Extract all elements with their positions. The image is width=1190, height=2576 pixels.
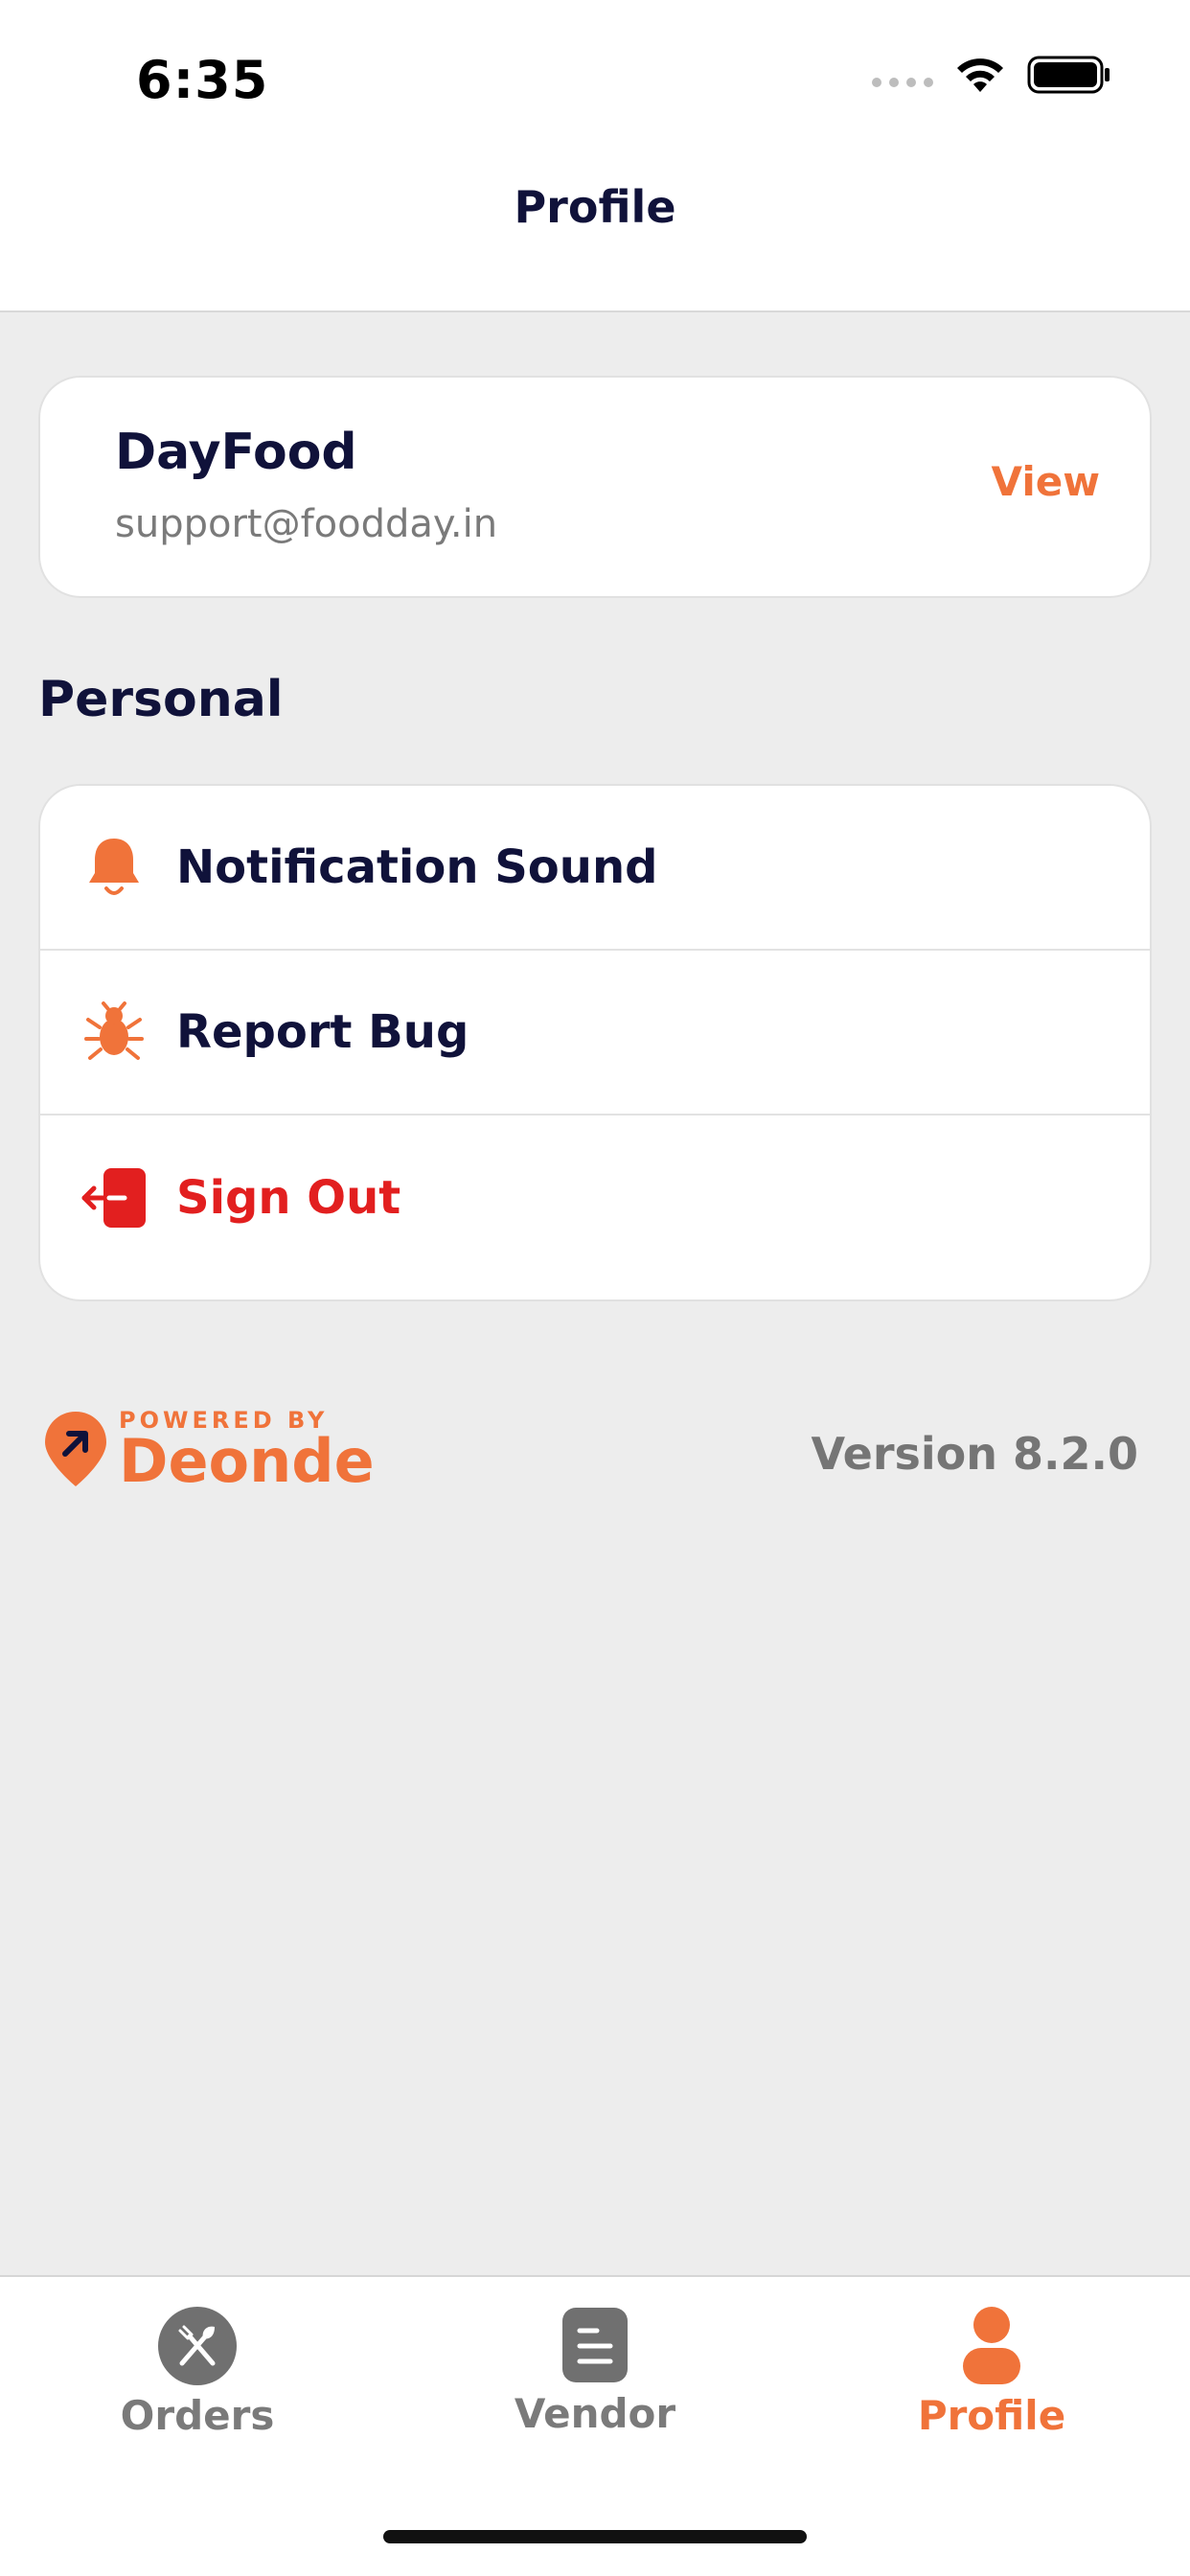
settings-item-sign-out[interactable]: Sign Out [40, 1116, 1150, 1280]
app-version: Version 8.2.0 [811, 1428, 1138, 1480]
settings-item-notification-sound[interactable]: Notification Sound [40, 786, 1150, 951]
footer: POWERED BY Deonde Version 8.2.0 [38, 1403, 1152, 1499]
tab-vendor[interactable]: Vendor [451, 2306, 739, 2437]
navigation-header: Profile [0, 153, 1190, 312]
battery-icon [1027, 56, 1110, 94]
utensils-icon [158, 2307, 237, 2385]
cellular-signal-icon [872, 78, 933, 87]
sign-out-icon [79, 1162, 149, 1233]
account-card[interactable]: DayFood support@foodday.in View [38, 376, 1152, 598]
wifi-icon [957, 58, 1003, 92]
document-icon [562, 2308, 628, 2382]
account-name: DayFood [115, 424, 357, 481]
settings-item-label: Sign Out [176, 1171, 401, 1225]
bug-icon [79, 997, 149, 1068]
page-title: Profile [514, 181, 676, 233]
status-icons [872, 56, 1111, 94]
tab-label: Vendor [514, 2390, 676, 2437]
powered-by-logo: POWERED BY Deonde [42, 1407, 375, 1491]
tab-label: Orders [120, 2392, 275, 2439]
settings-item-label: Notification Sound [176, 840, 658, 894]
settings-item-label: Report Bug [176, 1005, 469, 1059]
status-time: 6:35 [136, 50, 269, 110]
bell-icon [79, 832, 149, 903]
tab-profile[interactable]: Profile [848, 2306, 1135, 2439]
view-profile-link[interactable]: View [992, 458, 1100, 505]
status-bar: 6:35 [0, 0, 1190, 153]
account-email: support@foodday.in [115, 502, 498, 546]
tab-label: Profile [917, 2392, 1066, 2439]
home-indicator[interactable] [383, 2530, 807, 2543]
settings-item-report-bug[interactable]: Report Bug [40, 951, 1150, 1116]
personal-settings-list: Notification Sound Report Bug Sign Out [38, 784, 1152, 1301]
brand-name: Deonde [119, 1426, 375, 1496]
section-title-personal: Personal [38, 671, 284, 728]
person-icon [963, 2307, 1020, 2384]
tab-orders[interactable]: Orders [54, 2306, 341, 2439]
deonde-logo-icon [45, 1412, 106, 1486]
